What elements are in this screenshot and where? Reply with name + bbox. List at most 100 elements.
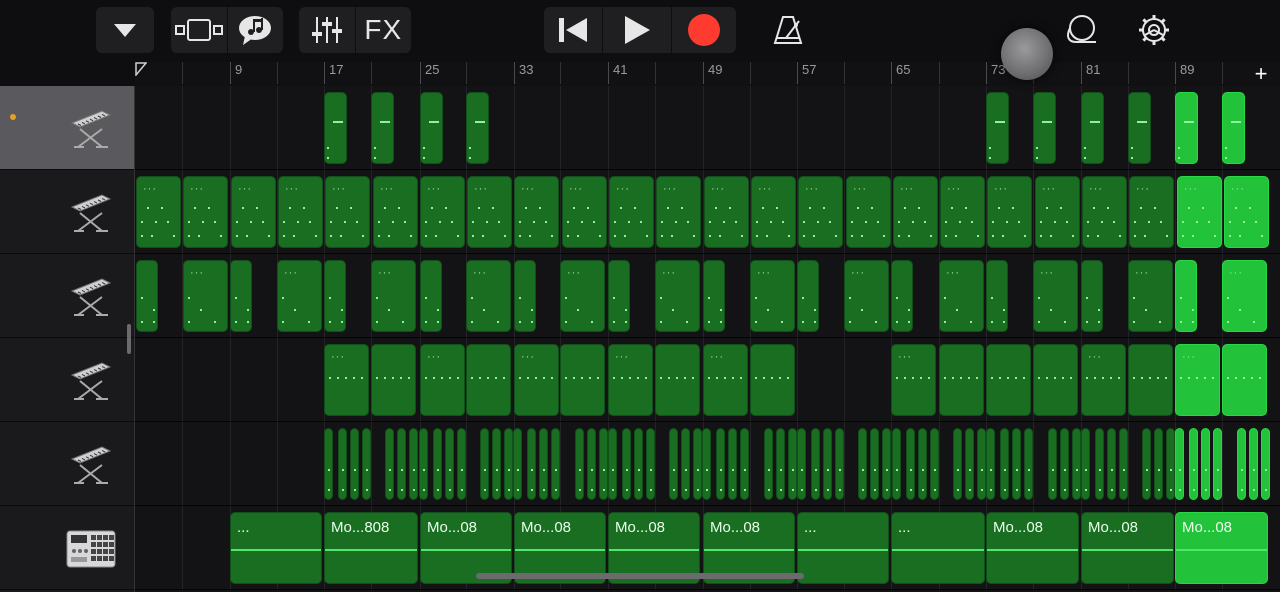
music-region[interactable] bbox=[1107, 428, 1116, 500]
music-region[interactable] bbox=[1237, 428, 1246, 500]
music-region[interactable] bbox=[230, 260, 252, 332]
music-region[interactable] bbox=[797, 428, 806, 500]
music-region[interactable] bbox=[1175, 428, 1184, 500]
music-region[interactable] bbox=[539, 428, 548, 500]
track-lane[interactable] bbox=[135, 422, 1280, 506]
music-region[interactable] bbox=[906, 428, 915, 500]
music-region[interactable] bbox=[693, 428, 702, 500]
music-region[interactable]: ··· bbox=[1128, 260, 1173, 332]
music-region[interactable] bbox=[1166, 428, 1175, 500]
music-region[interactable] bbox=[409, 428, 418, 500]
music-region[interactable]: ··· bbox=[1175, 344, 1220, 416]
music-region[interactable] bbox=[608, 428, 617, 500]
music-region[interactable] bbox=[891, 260, 913, 332]
mixer-button[interactable] bbox=[299, 7, 355, 53]
music-region[interactable]: ··· bbox=[514, 344, 559, 416]
music-region[interactable] bbox=[646, 428, 655, 500]
music-region[interactable] bbox=[750, 344, 795, 416]
music-region[interactable] bbox=[551, 428, 560, 500]
play-button[interactable] bbox=[602, 7, 671, 53]
music-region[interactable]: ··· bbox=[750, 260, 795, 332]
music-region[interactable] bbox=[1222, 344, 1267, 416]
music-region[interactable] bbox=[634, 428, 643, 500]
music-region[interactable]: ··· bbox=[1177, 176, 1222, 248]
playhead-knob[interactable] bbox=[1001, 28, 1053, 80]
music-region[interactable] bbox=[1175, 92, 1198, 164]
music-region[interactable]: ··· bbox=[1081, 344, 1126, 416]
music-region[interactable] bbox=[350, 428, 359, 500]
music-region[interactable] bbox=[136, 260, 158, 332]
music-region[interactable] bbox=[324, 260, 346, 332]
music-region[interactable] bbox=[986, 260, 1008, 332]
music-region[interactable] bbox=[1024, 428, 1033, 500]
music-region[interactable] bbox=[504, 428, 513, 500]
music-region[interactable] bbox=[587, 428, 596, 500]
music-region[interactable]: ··· bbox=[1129, 176, 1174, 248]
vertical-scrollbar[interactable] bbox=[127, 324, 131, 354]
music-region[interactable] bbox=[1033, 92, 1056, 164]
music-region[interactable] bbox=[939, 344, 984, 416]
music-region[interactable] bbox=[608, 260, 630, 332]
music-region[interactable] bbox=[1012, 428, 1021, 500]
music-region[interactable]: ··· bbox=[324, 344, 369, 416]
music-region[interactable] bbox=[977, 428, 986, 500]
music-region[interactable] bbox=[324, 428, 333, 500]
music-region[interactable] bbox=[965, 428, 974, 500]
music-region[interactable]: ··· bbox=[704, 176, 749, 248]
music-region[interactable] bbox=[835, 428, 844, 500]
music-region[interactable] bbox=[858, 428, 867, 500]
music-region[interactable] bbox=[324, 92, 347, 164]
music-region[interactable] bbox=[419, 428, 428, 500]
music-region[interactable] bbox=[466, 344, 511, 416]
music-region[interactable] bbox=[480, 428, 489, 500]
music-region[interactable] bbox=[466, 92, 489, 164]
music-region[interactable]: ··· bbox=[1222, 260, 1267, 332]
music-region[interactable] bbox=[892, 428, 901, 500]
tracks-view-button[interactable] bbox=[171, 7, 227, 53]
go-to-start-button[interactable] bbox=[544, 7, 602, 53]
music-region[interactable] bbox=[420, 260, 442, 332]
music-region[interactable] bbox=[1095, 428, 1104, 500]
music-region[interactable]: ··· bbox=[466, 260, 511, 332]
music-region[interactable] bbox=[702, 428, 711, 500]
music-region[interactable] bbox=[655, 344, 700, 416]
music-region[interactable]: ... bbox=[891, 512, 985, 584]
music-region[interactable] bbox=[1000, 428, 1009, 500]
music-region[interactable]: ... bbox=[230, 512, 322, 584]
music-region[interactable] bbox=[1072, 428, 1081, 500]
music-region[interactable] bbox=[1033, 344, 1078, 416]
music-region[interactable]: ··· bbox=[798, 176, 843, 248]
music-region[interactable] bbox=[1081, 428, 1090, 500]
music-region[interactable] bbox=[953, 428, 962, 500]
music-region[interactable] bbox=[362, 428, 371, 500]
music-region[interactable] bbox=[1142, 428, 1151, 500]
music-region[interactable] bbox=[776, 428, 785, 500]
music-region[interactable]: ... bbox=[797, 512, 889, 584]
track-header[interactable] bbox=[0, 506, 134, 590]
loop-button[interactable] bbox=[1058, 7, 1102, 53]
music-region[interactable] bbox=[918, 428, 927, 500]
music-region[interactable] bbox=[1201, 428, 1210, 500]
music-region[interactable] bbox=[930, 428, 939, 500]
music-region[interactable] bbox=[397, 428, 406, 500]
music-region[interactable] bbox=[823, 428, 832, 500]
music-region[interactable]: ··· bbox=[609, 176, 654, 248]
fx-button[interactable]: FX bbox=[354, 7, 412, 53]
music-region[interactable]: ··· bbox=[277, 260, 322, 332]
music-region[interactable] bbox=[882, 428, 891, 500]
music-region[interactable] bbox=[513, 428, 522, 500]
music-region[interactable] bbox=[575, 428, 584, 500]
music-region[interactable]: ··· bbox=[940, 176, 985, 248]
music-region[interactable]: ··· bbox=[751, 176, 796, 248]
music-region[interactable] bbox=[433, 428, 442, 500]
music-region[interactable]: Mo...08 bbox=[1175, 512, 1268, 584]
music-region[interactable] bbox=[986, 92, 1009, 164]
track-header[interactable] bbox=[0, 338, 134, 422]
music-region[interactable]: Mo...08 bbox=[1081, 512, 1174, 584]
music-region[interactable] bbox=[1060, 428, 1069, 500]
music-region[interactable]: ··· bbox=[420, 344, 465, 416]
bar-ruler[interactable]: 9 17 25 33 41 49 57 65 73 81 89 bbox=[135, 62, 1280, 87]
music-region[interactable] bbox=[338, 428, 347, 500]
music-region[interactable] bbox=[445, 428, 454, 500]
music-region[interactable]: ··· bbox=[844, 260, 889, 332]
